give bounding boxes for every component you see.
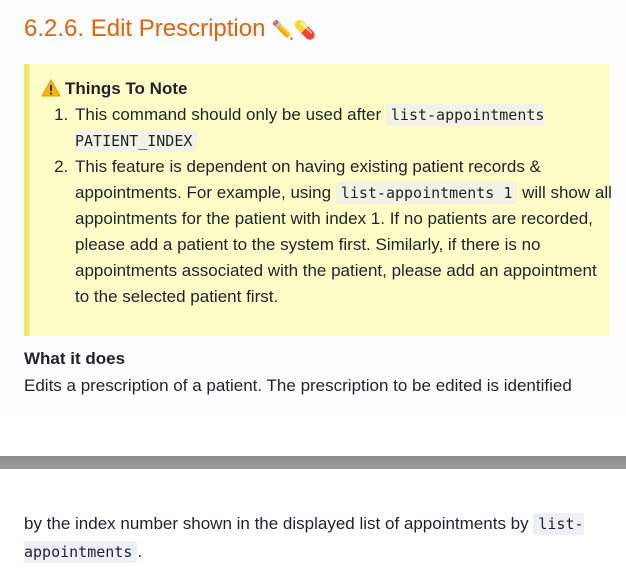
note-title-text: Things To Note bbox=[65, 79, 188, 98]
description-text: Edits a prescription of a patient. The p… bbox=[24, 376, 572, 395]
list-item: This command should only be used after l… bbox=[73, 102, 613, 154]
heading-text: 6.2.6. Edit Prescription bbox=[24, 15, 266, 42]
warning-icon bbox=[41, 79, 61, 97]
subsection-title: What it does bbox=[24, 349, 126, 368]
note-item-text: This command should only be used after bbox=[75, 105, 386, 124]
pencil-pill-emoji-icon: ✏️💊 bbox=[271, 20, 317, 41]
note-list: This command should only be used after l… bbox=[51, 102, 613, 310]
note-callout: Things To Note This command should only … bbox=[24, 64, 613, 336]
description-continued: by the index number shown in the display… bbox=[24, 510, 616, 566]
inline-code: list-appointments 1 bbox=[335, 182, 518, 204]
list-item: This feature is dependent on having exis… bbox=[73, 154, 613, 310]
page-break-divider bbox=[0, 456, 626, 469]
description-text-part: . bbox=[137, 542, 143, 561]
section-heading: 6.2.6. Edit Prescription ✏️💊 bbox=[24, 12, 316, 48]
description-text-part: by the index number shown in the display… bbox=[24, 514, 534, 533]
note-title: Things To Note bbox=[41, 78, 187, 100]
